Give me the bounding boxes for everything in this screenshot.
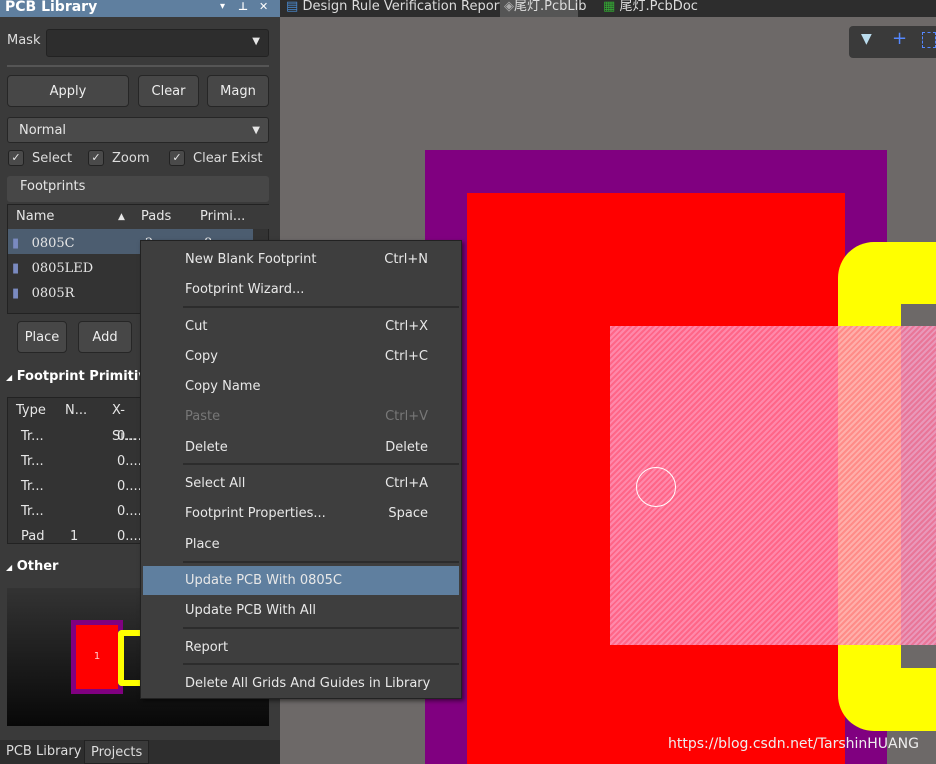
- add-button[interactable]: Add: [78, 321, 132, 353]
- tab-pcblib[interactable]: ◈尾灯.PcbLib: [500, 0, 586, 17]
- panel-title: PCB Library: [5, 0, 98, 15]
- menu-place[interactable]: Place: [143, 530, 459, 559]
- select-rect-icon[interactable]: [922, 32, 936, 48]
- chevron-down-icon: ▼: [252, 125, 260, 136]
- document-tabs: ▤ Design Rule Verification Report ◈尾灯.Pc…: [280, 0, 936, 17]
- mask-label: Mask: [7, 33, 41, 48]
- menu-paste: Paste Ctrl+V: [185, 409, 428, 424]
- col-name[interactable]: Name: [16, 205, 54, 229]
- menu-copy[interactable]: Copy Ctrl+C: [143, 342, 459, 371]
- menu-delete-all-grids[interactable]: Delete All Grids And Guides in Library: [143, 669, 459, 698]
- menu-report[interactable]: Report: [143, 633, 459, 662]
- component-icon: ▮: [12, 261, 20, 276]
- clear-exist-checkbox[interactable]: ✓: [169, 150, 185, 166]
- mode-select[interactable]: Normal ▼: [7, 117, 269, 143]
- panel-title-bar: PCB Library ▾ ⊥ ✕: [0, 0, 280, 17]
- sort-asc-icon: ▲: [118, 212, 125, 222]
- primitives-table: Type N... X-Si... Tr... 0.... Tr... 0.... Tr…: [7, 397, 147, 544]
- clear-button[interactable]: Clear: [138, 75, 199, 107]
- menu-copy-name[interactable]: Copy Name: [143, 372, 459, 401]
- tab-pcbdoc[interactable]: ▦ 尾灯.PcbDoc: [603, 0, 698, 17]
- table-row[interactable]: ▮ 0805C28 ▮ 0805LED ▮ 0805R: [12, 233, 212, 308]
- menu-update-pcb-with-all[interactable]: Update PCB With All: [143, 596, 459, 625]
- zoom-label: Zoom: [112, 151, 150, 166]
- clear-exist-label: Clear Exist: [193, 151, 263, 166]
- menu-cut[interactable]: Cut Ctrl+X: [143, 312, 459, 341]
- filter-icon[interactable]: ▼: [861, 31, 872, 47]
- component-icon: ▮: [12, 236, 20, 251]
- table-header: Name ▲ Pads Primi...: [8, 205, 270, 229]
- table-row: Tr... 0....: [21, 479, 142, 494]
- footprints-header: Footprints: [7, 176, 269, 202]
- table-row: Pad 1 0....: [21, 529, 142, 544]
- crosshair-icon[interactable]: +: [892, 28, 907, 49]
- col-pads[interactable]: Pads: [141, 205, 171, 229]
- table-rows: Tr... 0.... Tr... 0.... Tr... 0.... Tr... 0.…: [8, 424, 146, 549]
- preview-pad: 1: [76, 625, 118, 689]
- select-label: Select: [32, 151, 73, 166]
- menu-new-blank-footprint[interactable]: New Blank Footprint Ctrl+N: [143, 245, 459, 274]
- menu-footprint-wizard[interactable]: Footprint Wizard...: [143, 275, 459, 304]
- magnify-button[interactable]: Magn: [207, 75, 269, 107]
- menu-select-all[interactable]: Select All Ctrl+A: [143, 469, 459, 498]
- panel-menu-icon[interactable]: ▾: [220, 0, 225, 14]
- menu-footprint-properties[interactable]: Footprint Properties... Space: [143, 499, 459, 528]
- other-header[interactable]: ◢ Other: [6, 559, 58, 574]
- mask-input[interactable]: ▼: [46, 29, 269, 57]
- watermark: https://blog.csdn.net/TarshinHUANG: [668, 736, 919, 752]
- place-button[interactable]: Place: [17, 321, 67, 353]
- menu-update-pcb-with-0805c[interactable]: Update PCB With 0805C: [143, 566, 459, 595]
- apply-button[interactable]: Apply: [7, 75, 129, 107]
- close-icon[interactable]: ✕: [259, 0, 268, 14]
- zoom-checkbox[interactable]: ✓: [88, 150, 104, 166]
- col-primitives[interactable]: Primi...: [200, 205, 245, 229]
- select-checkbox[interactable]: ✓: [8, 150, 24, 166]
- tab-drc-report[interactable]: ▤ Design Rule Verification Report: [286, 0, 504, 17]
- tab-projects[interactable]: Projects: [84, 740, 150, 764]
- table-row: Tr... 0....: [21, 454, 142, 469]
- table-row: Tr... 0....: [21, 504, 142, 519]
- context-menu: New Blank Footprint Ctrl+N Footprint Wiza…: [140, 240, 462, 699]
- canvas-toolbar: ▼ +: [849, 26, 936, 58]
- component-icon: ▮: [12, 286, 20, 301]
- tab-pcb-library[interactable]: PCB Library: [6, 744, 81, 759]
- mode-value: Normal: [19, 123, 67, 138]
- origin-crosshair-icon: [636, 467, 676, 507]
- menu-delete[interactable]: Delete Delete: [143, 433, 459, 462]
- chevron-down-icon: ▼: [252, 36, 260, 47]
- table-header: Type N... X-Si...: [16, 403, 137, 444]
- table-row: Tr... 0....: [21, 429, 142, 444]
- pin-icon[interactable]: ⊥: [238, 0, 248, 14]
